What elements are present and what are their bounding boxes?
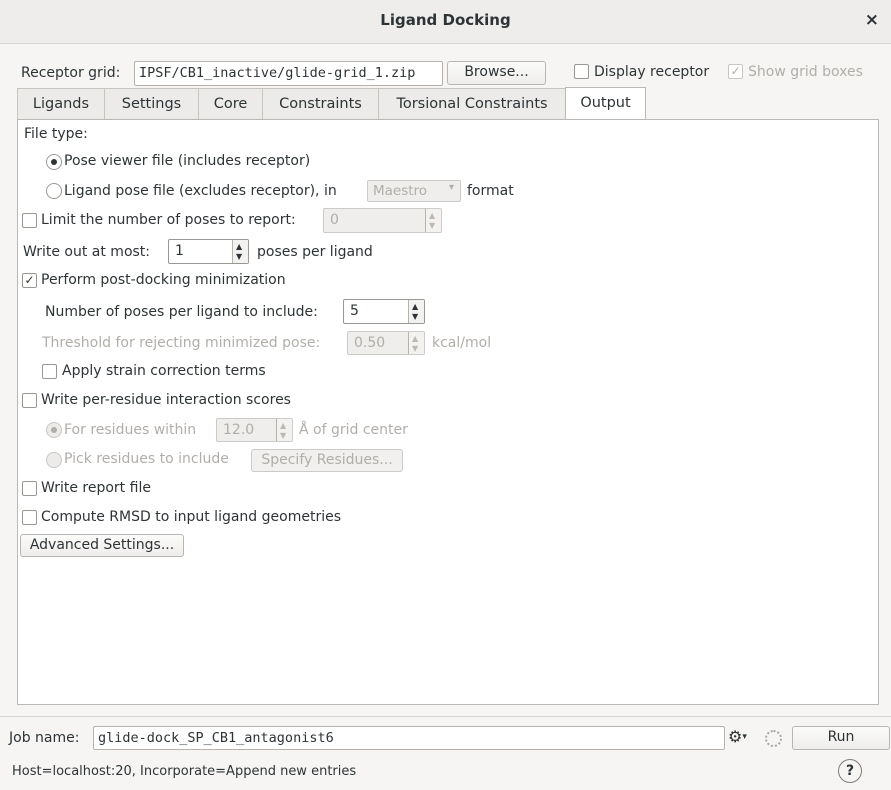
num-poses-label: Number of poses per ligand to include: bbox=[45, 304, 318, 320]
write-out-value: 1 bbox=[175, 243, 184, 259]
spin-arrows-icon[interactable]: ▲ ▼ bbox=[425, 209, 441, 232]
post-dock-min-label: Perform post-docking minimization bbox=[41, 272, 286, 288]
status-text: Host=localhost:20, Incorporate=Append ne… bbox=[12, 764, 357, 779]
receptor-grid-label: Receptor grid: bbox=[21, 65, 121, 81]
display-receptor-checkbox[interactable] bbox=[574, 64, 589, 79]
residues-within-spinbox[interactable]: 12.0 ▲ ▼ bbox=[216, 418, 293, 442]
display-receptor-label: Display receptor bbox=[594, 64, 710, 80]
browse-button[interactable]: Browse... bbox=[447, 61, 546, 85]
footer-divider bbox=[0, 716, 891, 717]
report-file-label: Write report file bbox=[41, 480, 151, 496]
per-residue-checkbox[interactable] bbox=[22, 393, 37, 408]
num-poses-spinbox[interactable]: 5 ▲ ▼ bbox=[343, 299, 425, 324]
write-out-spinbox[interactable]: 1 ▲ ▼ bbox=[168, 239, 249, 264]
residues-within-value: 12.0 bbox=[223, 422, 255, 438]
gear-icon: ⚙ bbox=[728, 727, 743, 746]
output-panel bbox=[17, 119, 879, 705]
spin-arrows-icon[interactable]: ▲ ▼ bbox=[408, 300, 424, 323]
strain-checkbox[interactable] bbox=[42, 364, 57, 379]
tab-ligands[interactable]: Ligands bbox=[17, 88, 105, 120]
residues-within-label: For residues within bbox=[64, 422, 197, 438]
tab-constraints[interactable]: Constraints bbox=[262, 88, 379, 120]
pose-viewer-radio[interactable] bbox=[46, 154, 62, 170]
ligand-pose-label: Ligand pose file (excludes receptor), in bbox=[64, 183, 337, 199]
format-combo-value: Maestro bbox=[373, 183, 428, 199]
limit-poses-label: Limit the number of poses to report: bbox=[41, 212, 296, 228]
advanced-settings-button[interactable]: Advanced Settings... bbox=[20, 534, 184, 557]
per-residue-label: Write per-residue interaction scores bbox=[41, 392, 291, 408]
report-file-checkbox[interactable] bbox=[22, 481, 37, 496]
threshold-spinbox[interactable]: 0.50 ▲ ▼ bbox=[347, 331, 425, 355]
limit-poses-spinbox[interactable]: 0 ▲ ▼ bbox=[323, 208, 442, 233]
chevron-down-icon: ▾ bbox=[742, 732, 747, 742]
poses-per-ligand-label: poses per ligand bbox=[257, 244, 373, 260]
chevron-down-icon: ▾ bbox=[448, 182, 454, 193]
spin-arrows-icon[interactable]: ▲ ▼ bbox=[408, 332, 424, 354]
ligand-pose-radio[interactable] bbox=[46, 183, 62, 199]
threshold-label: Threshold for rejecting minimized pose: bbox=[42, 335, 321, 351]
pose-viewer-label: Pose viewer file (includes receptor) bbox=[64, 153, 311, 169]
job-name-label: Job name: bbox=[9, 730, 80, 746]
title-bar: Ligand Docking × bbox=[0, 0, 891, 44]
spin-arrows-icon[interactable]: ▲ ▼ bbox=[276, 419, 292, 441]
window-title: Ligand Docking bbox=[380, 11, 511, 29]
num-poses-value: 5 bbox=[350, 303, 359, 319]
tab-settings[interactable]: Settings bbox=[104, 88, 199, 120]
spin-arrows-icon[interactable]: ▲ ▼ bbox=[232, 240, 248, 263]
close-icon[interactable]: × bbox=[865, 10, 879, 30]
strain-label: Apply strain correction terms bbox=[62, 363, 266, 379]
format-combo[interactable]: Maestro ▾ bbox=[367, 180, 461, 202]
spinner-icon bbox=[765, 730, 782, 747]
specify-residues-button[interactable]: Specify Residues... bbox=[251, 449, 403, 472]
limit-poses-value: 0 bbox=[330, 212, 339, 228]
help-icon[interactable]: ? bbox=[838, 759, 862, 783]
limit-poses-checkbox[interactable] bbox=[22, 213, 37, 228]
show-grid-boxes-label: Show grid boxes bbox=[748, 64, 863, 80]
run-button[interactable]: Run bbox=[792, 726, 890, 750]
threshold-unit: kcal/mol bbox=[432, 335, 492, 351]
show-grid-boxes-checkbox[interactable]: ✓ bbox=[728, 64, 743, 79]
receptor-grid-path[interactable]: IPSF/CB1_inactive/glide-grid_1.zip bbox=[134, 61, 443, 86]
pick-residues-label: Pick residues to include bbox=[64, 451, 229, 467]
tab-torsional-constraints[interactable]: Torsional Constraints bbox=[378, 88, 566, 120]
tab-output[interactable]: Output bbox=[565, 87, 646, 120]
threshold-value: 0.50 bbox=[354, 335, 386, 351]
rmsd-label: Compute RMSD to input ligand geometries bbox=[41, 509, 341, 525]
residues-unit: Å of grid center bbox=[299, 422, 408, 438]
format-suffix-label: format bbox=[467, 183, 514, 199]
write-out-label: Write out at most: bbox=[23, 244, 151, 260]
rmsd-checkbox[interactable] bbox=[22, 510, 37, 525]
file-type-label: File type: bbox=[24, 126, 88, 142]
residues-within-radio[interactable] bbox=[46, 422, 62, 438]
pick-residues-radio[interactable] bbox=[46, 452, 62, 468]
post-dock-min-checkbox[interactable]: ✓ bbox=[22, 273, 37, 288]
tab-core[interactable]: Core bbox=[198, 88, 263, 120]
settings-menu[interactable]: ⚙▾ bbox=[728, 727, 747, 746]
job-name-input[interactable]: glide-dock_SP_CB1_antagonist6 bbox=[93, 726, 725, 750]
